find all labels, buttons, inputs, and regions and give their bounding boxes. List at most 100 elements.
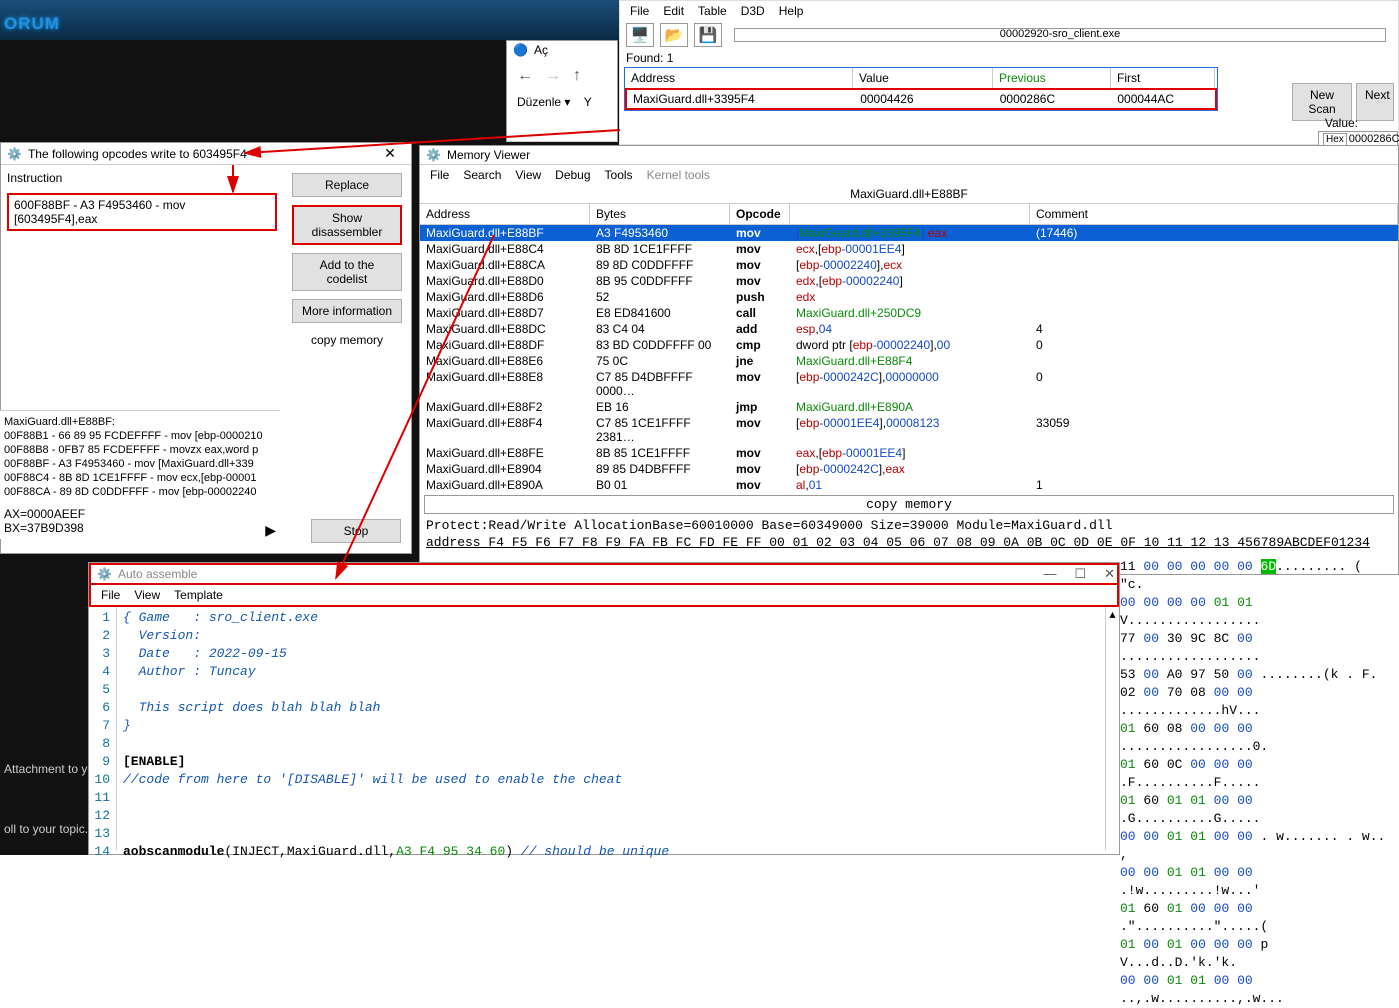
- menu-debug[interactable]: Debug: [555, 168, 590, 182]
- close-icon[interactable]: ✕: [1104, 566, 1115, 582]
- memory-viewer-title: Memory Viewer: [447, 148, 1392, 162]
- open-file-icon[interactable]: 📂: [660, 23, 688, 47]
- copy-memory-bar[interactable]: copy memory: [424, 495, 1394, 514]
- copy-memory-label: copy memory: [311, 329, 383, 347]
- disasm-rows: MaxiGuard.dll+E88BFA3 F4953460mov[MaxiGu…: [420, 225, 1398, 493]
- menu-view[interactable]: View: [134, 588, 160, 602]
- menu-view[interactable]: View: [515, 168, 541, 182]
- ce-window-icon: ⚙️: [7, 147, 22, 161]
- col-operands: [790, 204, 1030, 224]
- chrome-open-dialog: 🔵 Aç ← → ↑ Düzenle ▾ Y: [506, 40, 618, 142]
- process-name: 00002920-sro_client.exe: [735, 28, 1385, 40]
- disasm-row[interactable]: MaxiGuard.dll+E88DC83 C4 04addesp,044: [420, 321, 1398, 337]
- instruction-header: Instruction: [7, 171, 277, 189]
- more-info-button[interactable]: More information: [292, 299, 402, 323]
- menu-file[interactable]: File: [630, 4, 649, 18]
- col-address[interactable]: Address: [625, 68, 853, 88]
- stop-button[interactable]: Stop: [311, 519, 401, 543]
- reg-eax: AX=0000AEEF: [4, 507, 276, 521]
- instruction-line[interactable]: 600F88BF - A3 F4953460 - mov [603495F4],…: [7, 193, 277, 231]
- minimize-icon[interactable]: —: [1043, 566, 1056, 582]
- menu-edit[interactable]: Edit: [663, 4, 684, 18]
- dump-line: 00F88CA - 89 8D C0DDFFFF - mov [ebp-0000…: [4, 485, 276, 499]
- cell-value: 00004426: [854, 90, 994, 108]
- code-editor[interactable]: { Game : sro_client.exe Version: Date : …: [117, 607, 1105, 850]
- add-codelist-button[interactable]: Add to the codelist: [292, 253, 402, 291]
- dump-line: MaxiGuard.dll+E88BF:: [4, 415, 276, 429]
- close-icon[interactable]: ✕: [375, 145, 405, 162]
- chevron-right-icon[interactable]: ▶: [265, 523, 276, 537]
- memory-viewer-window: ⚙️ Memory Viewer File Search View Debug …: [419, 145, 1399, 575]
- scan-result-table: Address Value Previous First MaxiGuard.d…: [624, 67, 1218, 111]
- auto-assemble-window: ⚙️ Auto assemble — ☐ ✕ File View Templat…: [88, 562, 1120, 855]
- nav-back-icon[interactable]: ←: [517, 67, 533, 85]
- disasm-row[interactable]: MaxiGuard.dll+E88D7E8 ED841600callMaxiGu…: [420, 305, 1398, 321]
- memv-menubar: File Search View Debug Tools Kernel tool…: [420, 165, 1398, 185]
- found-count: Found: 1: [620, 49, 1398, 67]
- save-icon[interactable]: 💾: [694, 23, 722, 47]
- menu-search[interactable]: Search: [463, 168, 501, 182]
- disasm-row[interactable]: MaxiGuard.dll+E88D652pushedx: [420, 289, 1398, 305]
- dump-line: 00F88B1 - 66 89 95 FCDEFFFF - mov [ebp-0…: [4, 429, 276, 443]
- menu-file[interactable]: File: [101, 588, 120, 602]
- scrollbar[interactable]: ▴: [1105, 607, 1119, 850]
- col-opcode[interactable]: Opcode: [730, 204, 790, 224]
- line-gutter: 1 2 3 4 5 6 7 8 9 10 11 12 13 14: [89, 607, 117, 850]
- menu-table[interactable]: Table: [698, 4, 727, 18]
- duzenle-menu[interactable]: Düzenle ▾: [517, 95, 570, 109]
- memory-info: Protect:Read/Write AllocationBase=600100…: [420, 516, 1398, 535]
- disasm-row[interactable]: MaxiGuard.dll+E88C48B 8D 1CE1FFFFmovecx,…: [420, 241, 1398, 257]
- disasm-row[interactable]: MaxiGuard.dll+E88F2EB 16jmpMaxiGuard.dll…: [420, 399, 1398, 415]
- disasm-row[interactable]: MaxiGuard.dll+E88F4C7 85 1CE1FFFF 2381…m…: [420, 415, 1398, 445]
- hex-grid[interactable]: 11 00 00 00 00 00 6D......... ( "c.00 00…: [1114, 558, 1394, 1008]
- dump-line: 00F88B8 - 0FB7 85 FCDEFFFF - movzx eax,w…: [4, 443, 276, 457]
- disasm-row[interactable]: MaxiGuard.dll+E88E675 0CjneMaxiGuard.dll…: [420, 353, 1398, 369]
- menu-help[interactable]: Help: [779, 4, 804, 18]
- col-address[interactable]: Address: [420, 204, 590, 224]
- disasm-row[interactable]: MaxiGuard.dll+E88DF83 BD C0DDFFFF 00cmpd…: [420, 337, 1398, 353]
- cell-prev: 0000286C: [994, 90, 1112, 108]
- menu-kernel[interactable]: Kernel tools: [647, 168, 710, 182]
- disasm-row[interactable]: MaxiGuard.dll+E890AB0 01moval,011: [420, 477, 1398, 493]
- col-first[interactable]: First: [1111, 68, 1215, 88]
- replace-button[interactable]: Replace: [292, 173, 402, 197]
- dump-line: 00F88BF - A3 F4953460 - mov [MaxiGuard.d…: [4, 457, 276, 471]
- select-process-icon[interactable]: 🖥️: [626, 23, 654, 47]
- disasm-row[interactable]: MaxiGuard.dll+E88CA89 8D C0DDFFFFmov[ebp…: [420, 257, 1398, 273]
- col-previous[interactable]: Previous: [993, 68, 1111, 88]
- disasm-row[interactable]: MaxiGuard.dll+E88FE8B 85 1CE1FFFFmoveax,…: [420, 445, 1398, 461]
- maximize-icon[interactable]: ☐: [1074, 566, 1086, 582]
- disasm-row[interactable]: MaxiGuard.dll+E88BFA3 F4953460mov[MaxiGu…: [420, 225, 1398, 241]
- dump-line: 00F88C4 - 8B 8D 1CE1FFFF - mov ecx,[ebp-…: [4, 471, 276, 485]
- disasm-row[interactable]: MaxiGuard.dll+E88E8C7 85 D4DBFFFF 0000…m…: [420, 369, 1398, 399]
- cell-first: 000044AC: [1111, 90, 1215, 108]
- y-menu[interactable]: Y: [584, 95, 592, 109]
- forum-text-topic: oll to your topic.: [4, 822, 88, 836]
- nav-fwd-icon[interactable]: →: [545, 67, 561, 85]
- chrome-title: Aç: [534, 43, 611, 57]
- opcodes-title: The following opcodes write to 603495F4: [28, 147, 375, 161]
- menu-file[interactable]: File: [430, 168, 449, 182]
- menu-tools[interactable]: Tools: [605, 168, 633, 182]
- value-label: Value:: [1325, 116, 1358, 130]
- ce-window-icon: ⚙️: [97, 567, 112, 581]
- ce-menubar: File Edit Table D3D Help: [620, 1, 1398, 21]
- disasm-banner: MaxiGuard.dll+E88BF: [420, 185, 1398, 204]
- menu-template[interactable]: Template: [174, 588, 223, 602]
- cheat-engine-main-window: File Edit Table D3D Help 🖥️ 📂 💾 00002920…: [619, 0, 1399, 145]
- col-comment[interactable]: Comment: [1030, 204, 1398, 224]
- disasm-row[interactable]: MaxiGuard.dll+E88D08B 95 C0DDFFFFmovedx,…: [420, 273, 1398, 289]
- show-disassembler-button[interactable]: Show disassembler: [292, 205, 402, 245]
- ce-window-icon: ⚙️: [426, 148, 441, 162]
- menu-d3d[interactable]: D3D: [741, 4, 765, 18]
- nav-up-icon[interactable]: ↑: [573, 67, 581, 85]
- scan-result-row[interactable]: MaxiGuard.dll+3395F4 00004426 0000286C 0…: [625, 88, 1217, 110]
- process-bar: 00002920-sro_client.exe: [734, 28, 1386, 42]
- col-value[interactable]: Value: [853, 68, 993, 88]
- forum-text-attach: Attachment to you: [4, 762, 101, 776]
- next-scan-button[interactable]: Next: [1356, 83, 1394, 121]
- col-bytes[interactable]: Bytes: [590, 204, 730, 224]
- disasm-row[interactable]: MaxiGuard.dll+E890489 85 D4DBFFFFmov[ebp…: [420, 461, 1398, 477]
- forum-logo: ORUM: [4, 14, 60, 34]
- chrome-icon: 🔵: [513, 43, 528, 57]
